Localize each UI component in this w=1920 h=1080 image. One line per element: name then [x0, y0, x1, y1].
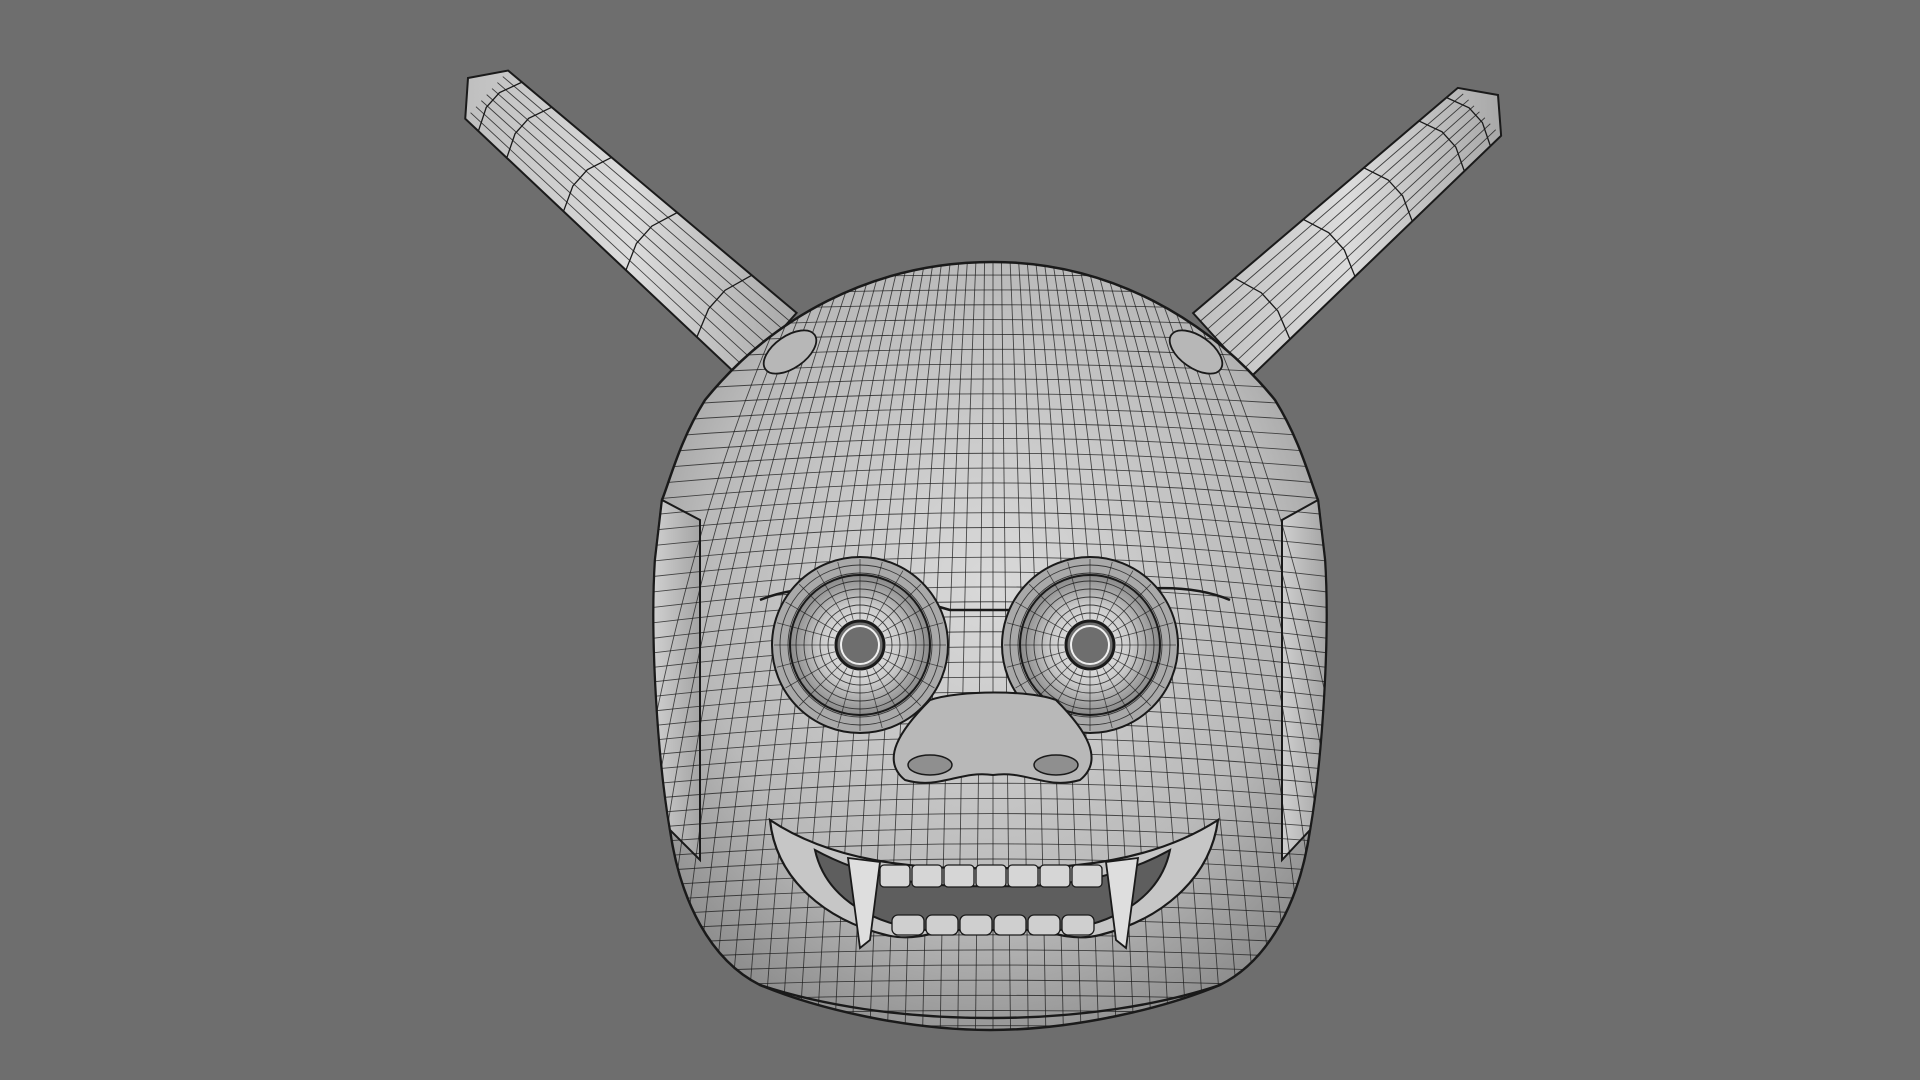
- upper-tooth: [1007, 864, 1039, 888]
- nose: [892, 691, 1093, 784]
- horn-edge-loop: [1221, 111, 1480, 346]
- lower-tooth: [891, 914, 925, 936]
- horn-edge-loop: [1214, 105, 1475, 338]
- lower-tooth: [1027, 914, 1061, 936]
- upper-tooth: [911, 864, 943, 888]
- horn-edge-loop: [475, 106, 755, 362]
- 3d-viewport[interactable]: [0, 0, 1920, 1080]
- right-nostril: [1033, 754, 1079, 776]
- horn-edge-loop: [1207, 99, 1469, 330]
- horn-edge-loop: [1236, 123, 1491, 362]
- pupil-rim: [1070, 625, 1110, 665]
- left-horn: [464, 69, 799, 379]
- upper-tooth: [879, 864, 911, 888]
- left-side-flap: [652, 498, 701, 863]
- lower-tooth: [1061, 914, 1095, 936]
- horn-surface: [1191, 86, 1503, 379]
- horn-edge-loop: [486, 94, 769, 346]
- horn-edge-loop: [481, 100, 762, 354]
- lower-tooth: [993, 914, 1027, 936]
- lower-tooth: [959, 914, 993, 936]
- horn-edge-loop: [491, 88, 776, 338]
- upper-tooth: [943, 864, 975, 888]
- horn-surface: [464, 69, 799, 379]
- mask-face: [640, 260, 1340, 1046]
- pupil-rim: [840, 625, 880, 665]
- left-nostril: [907, 754, 953, 776]
- right-horn: [1191, 86, 1503, 379]
- left-eye: [771, 556, 949, 734]
- upper-tooth: [1039, 864, 1071, 888]
- upper-tooth: [975, 864, 1007, 888]
- upper-tooth: [1071, 864, 1103, 888]
- horn-edge-loop: [1228, 117, 1486, 354]
- lower-tooth: [925, 914, 959, 936]
- horn-edge-loop: [497, 82, 783, 330]
- horizontal-edge-loop: [640, 1041, 1340, 1046]
- oni-mask-wireframe-render: [464, 69, 1503, 1046]
- right-side-flap: [1281, 498, 1328, 863]
